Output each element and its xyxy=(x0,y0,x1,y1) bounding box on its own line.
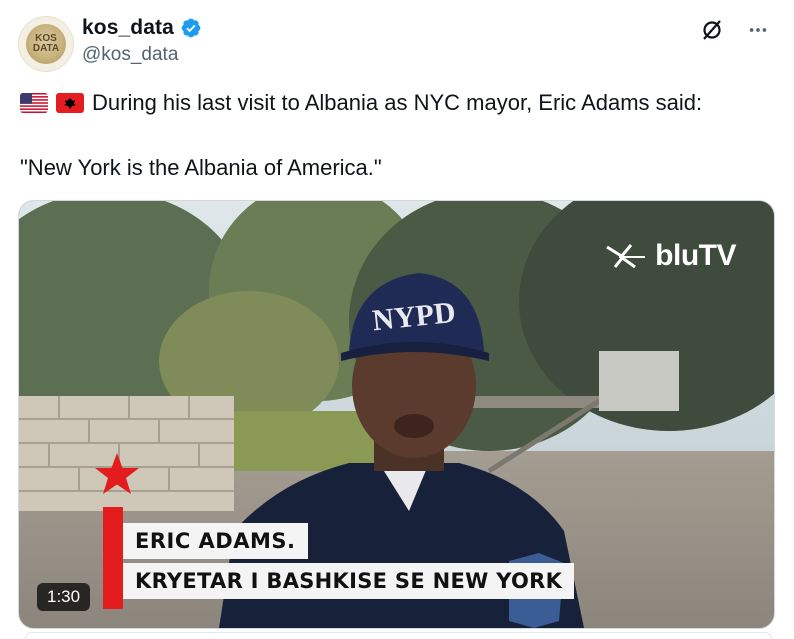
tweet-text-line-1: During his last visit to Albania as NYC … xyxy=(20,90,702,116)
us-flag-icon xyxy=(20,93,48,113)
tweet-text: During his last visit to Albania as NYC … xyxy=(92,90,703,115)
author-handle[interactable]: @kos_data xyxy=(82,44,178,66)
author-display-name[interactable]: kos_data xyxy=(82,16,174,40)
broadcaster-name: bluTV xyxy=(655,239,736,272)
caption-name: ERIC ADAMS. xyxy=(123,523,308,559)
caption-title: KRYETAR I BASHKISE SE NEW YORK xyxy=(123,563,575,599)
avatar-logo: KOS DATA xyxy=(26,24,66,64)
video-duration-badge: 1:30 xyxy=(37,583,91,611)
caption-accent-bar xyxy=(103,507,123,609)
star-icon xyxy=(95,453,139,494)
bluetv-x-icon xyxy=(606,244,646,269)
video-player[interactable]: NYPD bluTV ERIC ADAMS. KRYETAR I BASHKIS… xyxy=(18,200,775,629)
verified-badge-icon xyxy=(181,18,201,38)
author-name-row: kos_data xyxy=(82,16,202,40)
more-options-icon[interactable] xyxy=(744,16,772,44)
grok-icon[interactable] xyxy=(698,16,726,44)
tweet-top-actions xyxy=(698,16,772,44)
tweet-quote-text: "New York is the Albania of America." xyxy=(20,155,382,180)
avatar[interactable]: KOS DATA xyxy=(18,16,74,72)
broadcaster-logo: bluTV xyxy=(605,239,736,273)
albania-flag-icon xyxy=(56,93,84,113)
